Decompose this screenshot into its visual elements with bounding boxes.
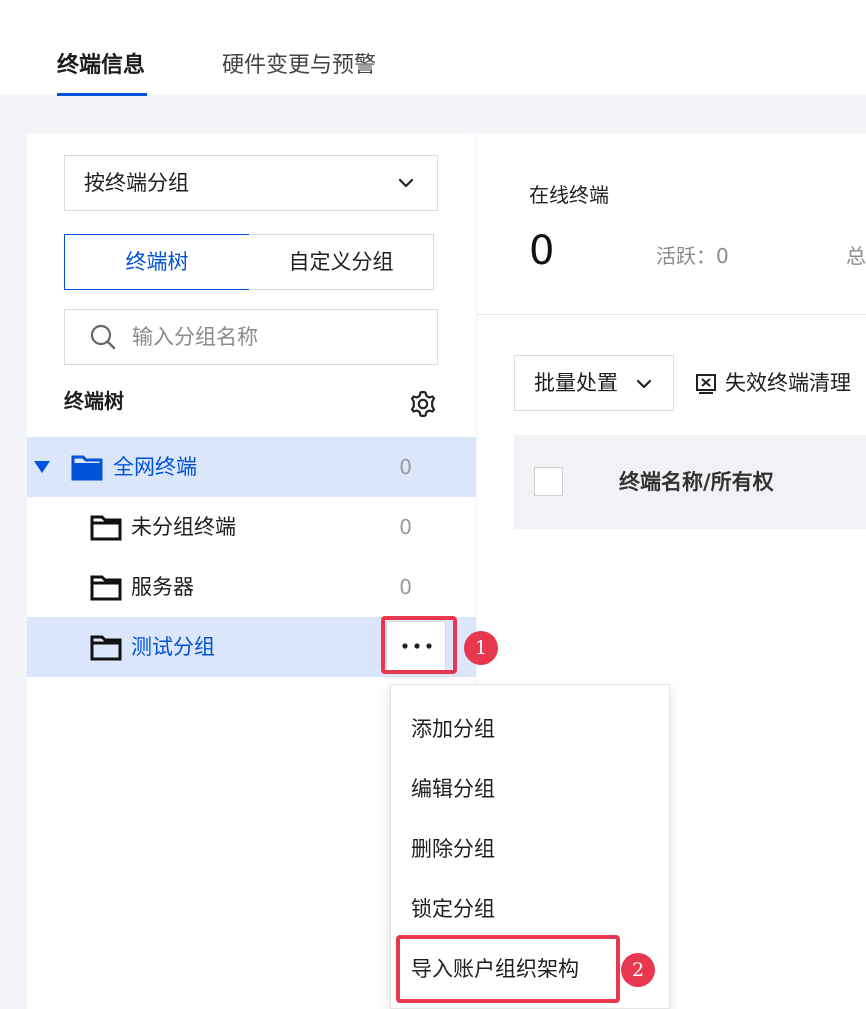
annotation-step-2: 2 bbox=[621, 953, 655, 987]
tree-node-all-terminals[interactable]: 全网终端 0 bbox=[27, 437, 476, 497]
search-placeholder: 输入分组名称 bbox=[132, 325, 258, 349]
tree-node-servers[interactable]: 服务器 0 bbox=[27, 557, 476, 617]
tree-node-label: 测试分组 bbox=[131, 635, 215, 659]
tree-node-ungrouped[interactable]: 未分组终端 0 bbox=[27, 497, 476, 557]
chevron-down-icon bbox=[398, 178, 414, 188]
cleanup-label: 失效终端清理 bbox=[725, 371, 851, 395]
tree-node-label: 未分组终端 bbox=[131, 515, 236, 539]
stats-divider bbox=[477, 314, 866, 315]
online-terminals-value: 0 bbox=[529, 228, 555, 274]
group-search-input[interactable]: 输入分组名称 bbox=[64, 309, 438, 365]
segment-terminal-tree[interactable]: 终端树 bbox=[64, 234, 250, 290]
menu-item-edit-group[interactable]: 编辑分组 bbox=[411, 773, 495, 805]
tab-hardware-change-alert[interactable]: 硬件变更与预警 bbox=[222, 50, 376, 82]
folder-icon bbox=[90, 515, 122, 541]
annotation-step-1: 1 bbox=[464, 631, 498, 665]
bulk-action-label: 批量处置 bbox=[534, 371, 618, 395]
tree-heading: 终端树 bbox=[64, 389, 124, 413]
gear-icon[interactable] bbox=[408, 389, 438, 419]
tree-node-count: 0 bbox=[399, 515, 412, 539]
tree-node-count: 0 bbox=[399, 575, 412, 599]
tab-terminal-info[interactable]: 终端信息 bbox=[57, 50, 145, 82]
folder-icon bbox=[71, 455, 103, 481]
folder-icon bbox=[90, 575, 122, 601]
tree-node-label: 服务器 bbox=[131, 575, 194, 599]
top-tab-bar: 终端信息 硬件变更与预警 bbox=[0, 0, 866, 96]
terminal-table-header: 终端名称/所有权 bbox=[514, 435, 866, 529]
folder-icon bbox=[90, 635, 122, 661]
tree-node-label: 全网终端 bbox=[113, 455, 197, 479]
menu-item-lock-group[interactable]: 锁定分组 bbox=[411, 893, 495, 925]
menu-item-add-group[interactable]: 添加分组 bbox=[411, 713, 495, 745]
active-count: 活跃：0 bbox=[656, 244, 729, 268]
select-all-checkbox[interactable] bbox=[534, 467, 563, 496]
menu-item-delete-group[interactable]: 删除分组 bbox=[411, 833, 495, 865]
column-header-terminal-name[interactable]: 终端名称/所有权 bbox=[619, 466, 774, 498]
more-dots-icon bbox=[402, 643, 432, 649]
chevron-down-icon bbox=[636, 379, 652, 389]
online-terminals-label: 在线终端 bbox=[529, 183, 609, 207]
bulk-action-dropdown[interactable]: 批量处置 bbox=[514, 355, 674, 411]
group-mode-select[interactable]: 按终端分组 bbox=[64, 155, 438, 211]
group-mode-value: 按终端分组 bbox=[84, 171, 189, 195]
tree-node-count: 0 bbox=[399, 455, 412, 479]
menu-item-import-org-structure[interactable]: 导入账户组织架构 bbox=[411, 953, 579, 985]
more-actions-button[interactable] bbox=[386, 621, 446, 671]
cleanup-icon bbox=[696, 374, 716, 394]
search-icon bbox=[90, 324, 116, 350]
segment-custom-group[interactable]: 自定义分组 bbox=[249, 234, 434, 290]
total-count-partial: 总 bbox=[846, 244, 866, 268]
caret-down-icon[interactable] bbox=[33, 460, 51, 474]
active-tab-indicator bbox=[57, 93, 147, 96]
